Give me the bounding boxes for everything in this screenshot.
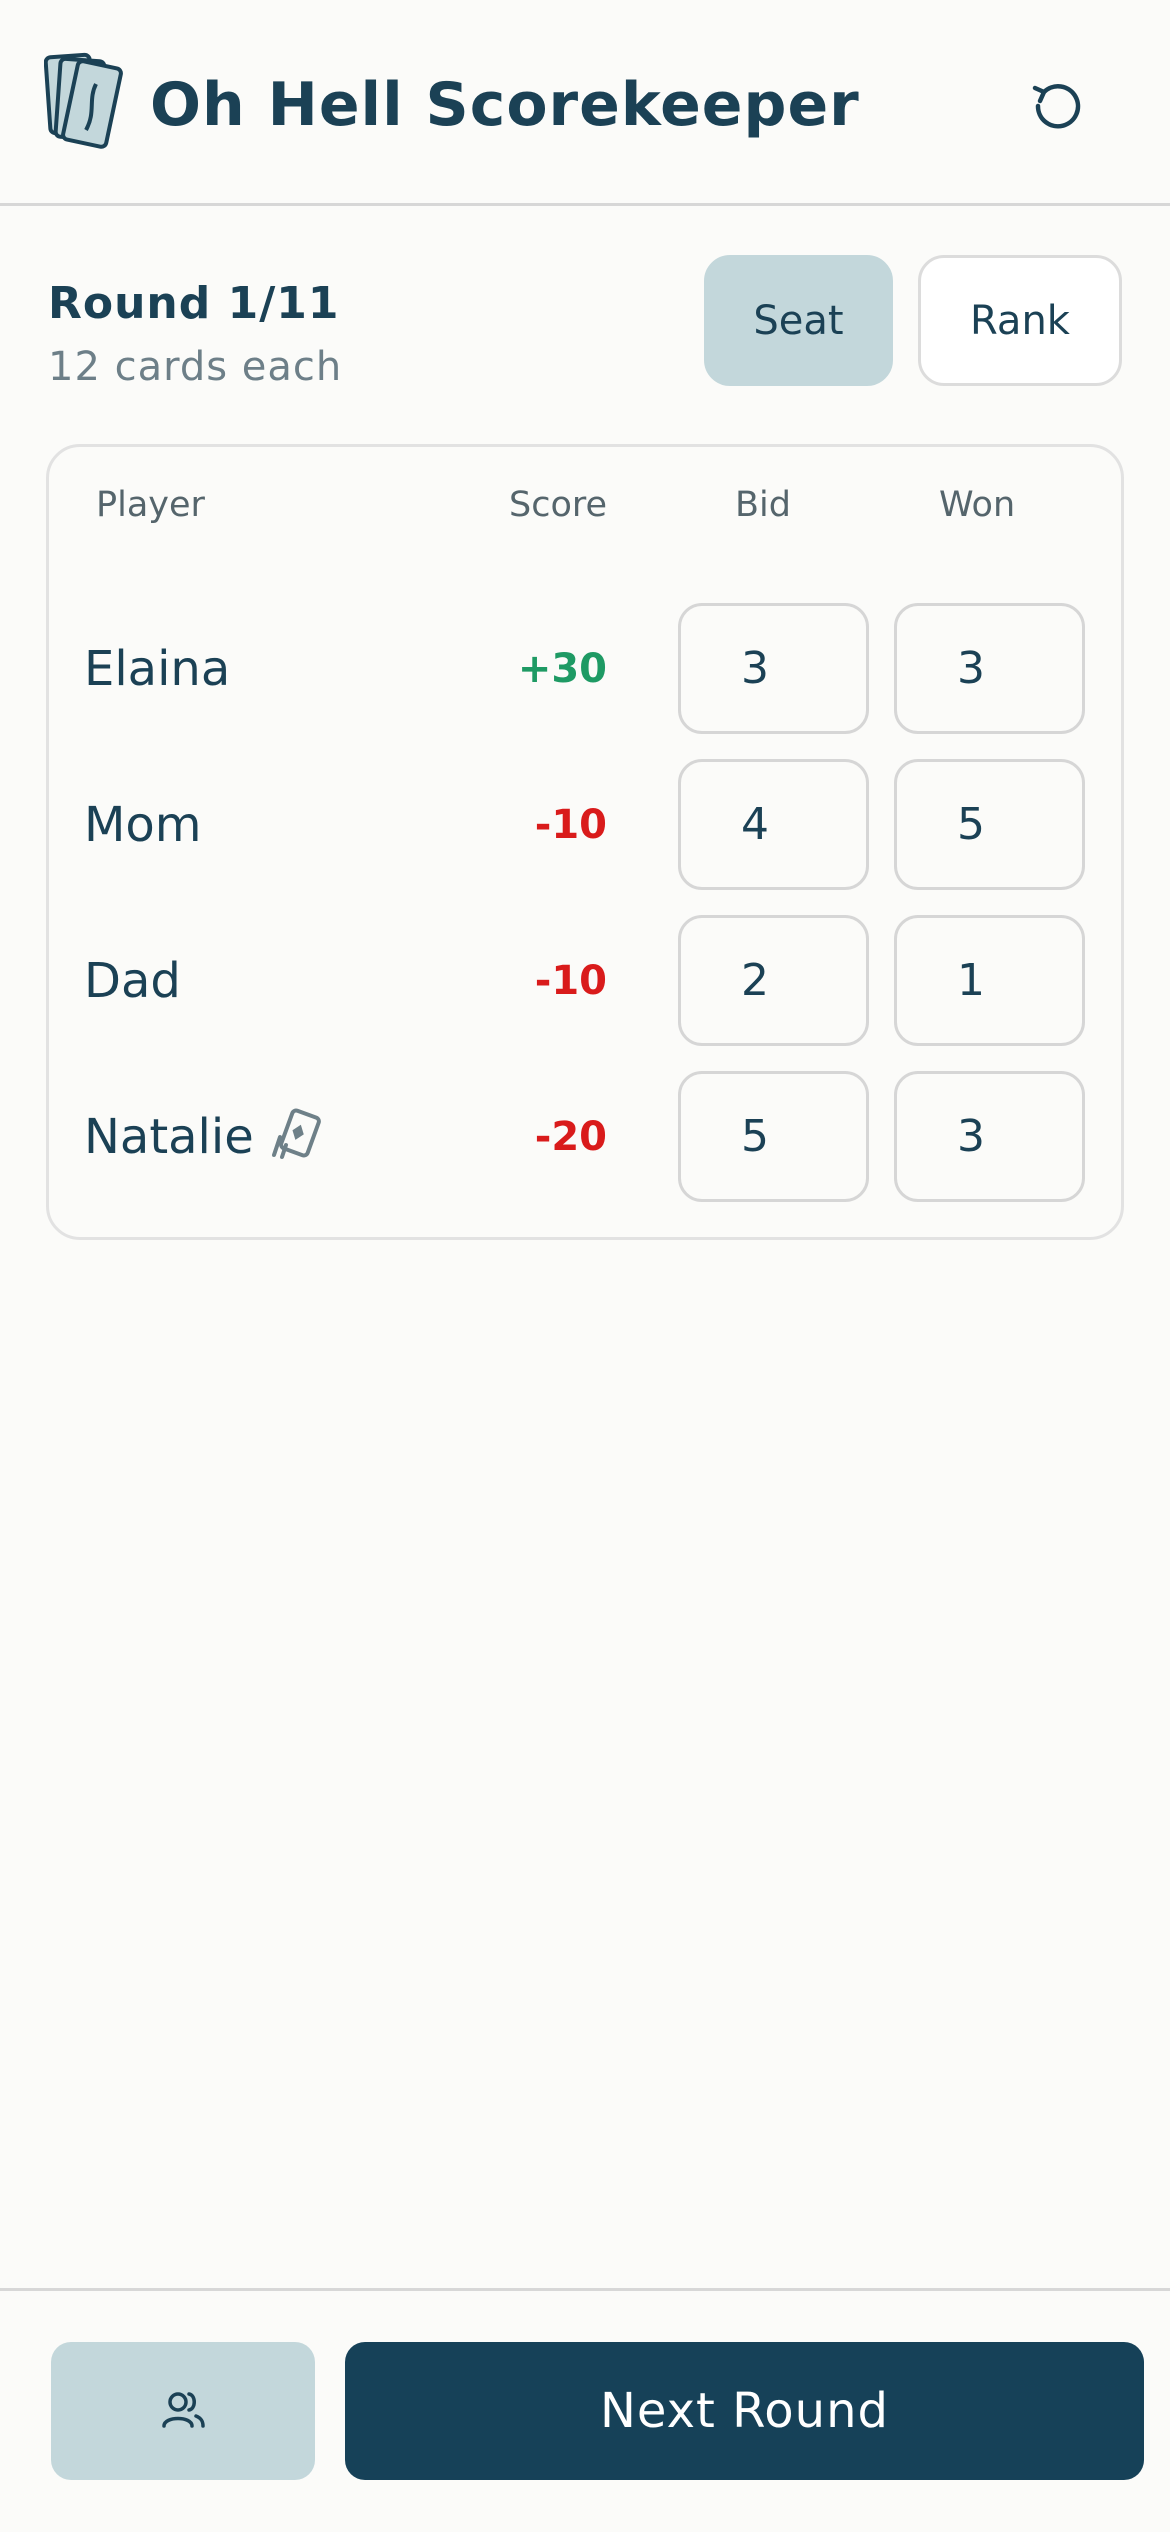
header-bid: Bid	[735, 485, 791, 525]
player-name: Elaina	[84, 641, 231, 697]
header-won: Won	[939, 485, 1016, 525]
table-row: Mom -10 4 5	[46, 759, 1124, 890]
table-row: Elaina +30 3 3	[46, 603, 1124, 734]
header-score: Score	[509, 485, 608, 525]
player-score: -10	[534, 958, 607, 1004]
won-input[interactable]: 5	[894, 759, 1085, 890]
seat-toggle-button[interactable]: Seat	[704, 255, 893, 386]
bid-input[interactable]: 2	[678, 915, 869, 1046]
won-input[interactable]: 1	[894, 915, 1085, 1046]
won-input[interactable]: 3	[894, 603, 1085, 734]
app-header: Oh Hell Scorekeeper	[0, 0, 1170, 206]
round-subtitle: 12 cards each	[48, 344, 343, 390]
header-player: Player	[96, 485, 205, 525]
users-icon	[162, 2392, 205, 2428]
player-score: +30	[517, 646, 607, 692]
player-score: -20	[534, 1114, 607, 1160]
table-row: Dad -10 2 1	[46, 915, 1124, 1046]
round-title: Round 1/11	[48, 278, 340, 329]
player-score: -10	[534, 802, 607, 848]
next-round-button[interactable]: Next Round	[345, 2342, 1144, 2480]
table-row: Natalie -20 5 3	[46, 1071, 1124, 1202]
bid-input[interactable]: 5	[678, 1071, 869, 1202]
app-title: Oh Hell Scorekeeper	[150, 70, 860, 140]
player-name: Dad	[84, 953, 181, 1009]
cards-logo-icon	[44, 52, 123, 149]
rank-toggle-button[interactable]: Rank	[918, 255, 1122, 386]
bid-input[interactable]: 3	[678, 603, 869, 734]
player-name: Mom	[84, 797, 202, 853]
reset-icon[interactable]	[1020, 68, 1094, 142]
won-input[interactable]: 3	[894, 1071, 1085, 1202]
player-name: Natalie	[84, 1109, 254, 1165]
bid-input[interactable]: 4	[678, 759, 869, 890]
dealer-cards-icon	[272, 1108, 321, 1159]
players-button[interactable]	[51, 2342, 315, 2480]
